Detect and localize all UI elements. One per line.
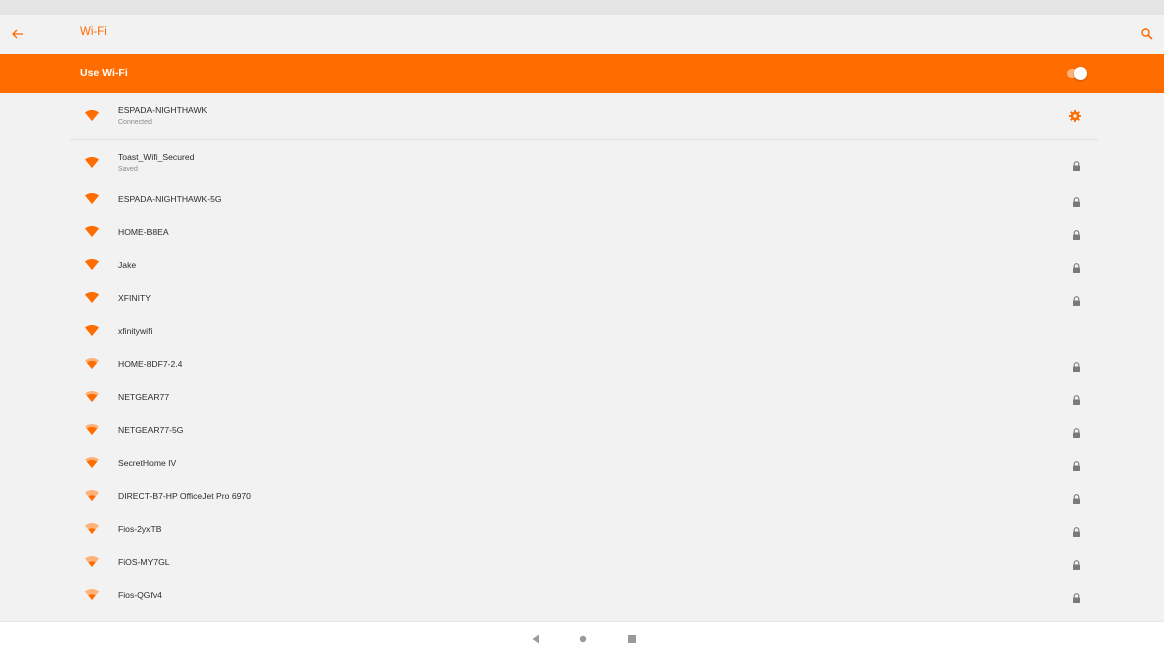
status-bar xyxy=(0,0,1164,15)
network-name: Fios-QGfv4 xyxy=(118,590,162,600)
network-row[interactable]: xfinitywifi xyxy=(0,315,1164,348)
app-bar: Wi-Fi xyxy=(0,15,1164,54)
lock-icon xyxy=(1072,557,1081,570)
wifi-signal-icon xyxy=(84,109,100,123)
network-row[interactable]: Fios-QGfv4 xyxy=(0,579,1164,612)
wifi-signal-icon xyxy=(84,489,100,503)
network-name: DIRECT-B7-HP OfficeJet Pro 6970 xyxy=(118,491,251,501)
network-name: HOME-B8EA xyxy=(118,227,169,237)
network-status: Connected xyxy=(118,119,152,126)
nav-recents-icon[interactable] xyxy=(624,631,640,647)
lock-icon xyxy=(1072,524,1081,537)
network-name: FiOS-MY7GL xyxy=(118,557,170,567)
network-row[interactable]: SecretHome IV xyxy=(0,447,1164,480)
lock-icon xyxy=(1072,158,1081,171)
network-row[interactable]: XFINITY xyxy=(0,282,1164,315)
lock-icon xyxy=(1072,491,1081,504)
wifi-signal-icon xyxy=(84,456,100,470)
lock-icon xyxy=(1072,590,1081,603)
search-icon[interactable] xyxy=(1139,26,1155,42)
lock-icon xyxy=(1072,359,1081,372)
wifi-signal-icon xyxy=(84,291,100,305)
network-name: Fios-2yxTB xyxy=(118,524,162,534)
network-row[interactable]: NETGEAR77 xyxy=(0,381,1164,414)
network-name: ESPADA-NIGHTHAWK-5G xyxy=(118,194,222,204)
wifi-signal-icon xyxy=(84,324,100,338)
network-name: ESPADA-NIGHTHAWK xyxy=(118,105,208,115)
network-name: HOME-8DF7-2.4 xyxy=(118,359,183,369)
network-name: xfinitywifi xyxy=(118,326,153,336)
network-settings-gear-icon[interactable] xyxy=(1068,109,1082,123)
network-name: Jake xyxy=(118,260,137,270)
network-name: SecretHome IV xyxy=(118,458,177,468)
network-row[interactable]: ESPADA-NIGHTHAWK Connected xyxy=(0,93,1164,140)
network-row[interactable]: Fios-2yxTB xyxy=(0,513,1164,546)
wifi-signal-icon xyxy=(84,390,100,404)
wifi-signal-icon xyxy=(84,357,100,371)
network-row[interactable]: FiOS-MY7GL xyxy=(0,546,1164,579)
lock-icon xyxy=(1072,260,1081,273)
nav-back-icon[interactable] xyxy=(528,631,544,647)
navigation-bar xyxy=(0,621,1164,657)
wifi-signal-icon xyxy=(84,423,100,437)
network-row[interactable]: DIRECT-B7-HP OfficeJet Pro 6970 xyxy=(0,480,1164,513)
lock-icon xyxy=(1072,392,1081,405)
wifi-signal-icon xyxy=(84,522,100,536)
network-row[interactable]: Jake xyxy=(0,249,1164,282)
lock-icon xyxy=(1072,425,1081,438)
network-row[interactable]: HOME-8DF7-2.4 xyxy=(0,348,1164,381)
lock-icon xyxy=(1072,293,1081,306)
page-title: Wi-Fi xyxy=(80,26,107,38)
lock-icon xyxy=(1072,194,1081,207)
wifi-signal-icon xyxy=(84,258,100,272)
wifi-toggle-switch[interactable] xyxy=(1065,67,1087,80)
network-name: Toast_Wifi_Secured xyxy=(118,152,195,162)
network-list: ESPADA-NIGHTHAWK Connected Toast_Wifi_Secu… xyxy=(0,93,1164,621)
use-wifi-row[interactable]: Use Wi-Fi xyxy=(0,54,1164,93)
wifi-signal-icon xyxy=(84,156,100,170)
lock-icon xyxy=(1072,458,1081,471)
network-row[interactable]: ESPADA-NIGHTHAWK-5G xyxy=(0,183,1164,216)
network-row[interactable]: NETGEAR77-5G xyxy=(0,414,1164,447)
network-name: XFINITY xyxy=(118,293,151,303)
wifi-signal-icon xyxy=(84,555,100,569)
nav-home-icon[interactable] xyxy=(575,631,591,647)
wifi-signal-icon xyxy=(84,192,100,206)
network-name: NETGEAR77 xyxy=(118,392,170,402)
network-name: NETGEAR77-5G xyxy=(118,425,184,435)
wifi-signal-icon xyxy=(84,588,100,602)
use-wifi-label: Use Wi-Fi xyxy=(80,67,128,79)
lock-icon xyxy=(1072,227,1081,240)
arrow-back-icon[interactable] xyxy=(10,26,26,42)
switch-thumb xyxy=(1074,67,1087,80)
network-row[interactable]: Toast_Wifi_Secured Saved xyxy=(0,140,1164,183)
wifi-signal-icon xyxy=(84,225,100,239)
network-row[interactable]: HOME-B8EA xyxy=(0,216,1164,249)
network-status: Saved xyxy=(118,166,138,173)
